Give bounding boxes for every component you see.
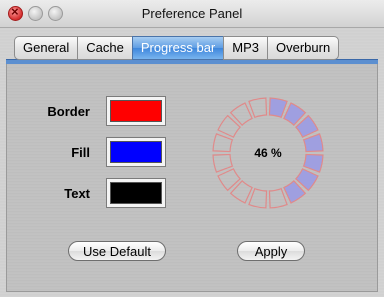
progress-segment-empty xyxy=(248,97,268,119)
tab-bar: General Cache Progress bar MP3 Overburn xyxy=(14,36,340,60)
fill-color-well[interactable] xyxy=(106,137,166,167)
progress-segment-filled xyxy=(268,97,288,119)
border-color-swatch xyxy=(110,100,162,122)
apply-button[interactable]: Apply xyxy=(237,241,305,261)
fill-color-label: Fill xyxy=(71,145,90,160)
progress-segment-empty xyxy=(248,187,268,209)
tab-mp3[interactable]: MP3 xyxy=(223,36,267,60)
window-title: Preference Panel xyxy=(141,6,243,21)
progress-segment-empty xyxy=(268,187,288,209)
text-color-swatch xyxy=(110,182,162,204)
tab-overburn[interactable]: Overburn xyxy=(266,36,340,60)
border-color-well[interactable] xyxy=(106,96,166,126)
text-color-well[interactable] xyxy=(106,178,166,208)
tab-progress-bar[interactable]: Progress bar xyxy=(131,36,224,60)
tab-general[interactable]: General xyxy=(14,36,78,60)
fill-color-swatch xyxy=(110,141,162,163)
text-color-label: Text xyxy=(64,186,90,201)
progress-percent-text: 46 % xyxy=(254,146,282,160)
title-bar: Preference Panel xyxy=(0,0,384,28)
use-default-button[interactable]: Use Default xyxy=(68,241,166,261)
tab-cache[interactable]: Cache xyxy=(77,36,132,60)
border-color-label: Border xyxy=(47,104,90,119)
